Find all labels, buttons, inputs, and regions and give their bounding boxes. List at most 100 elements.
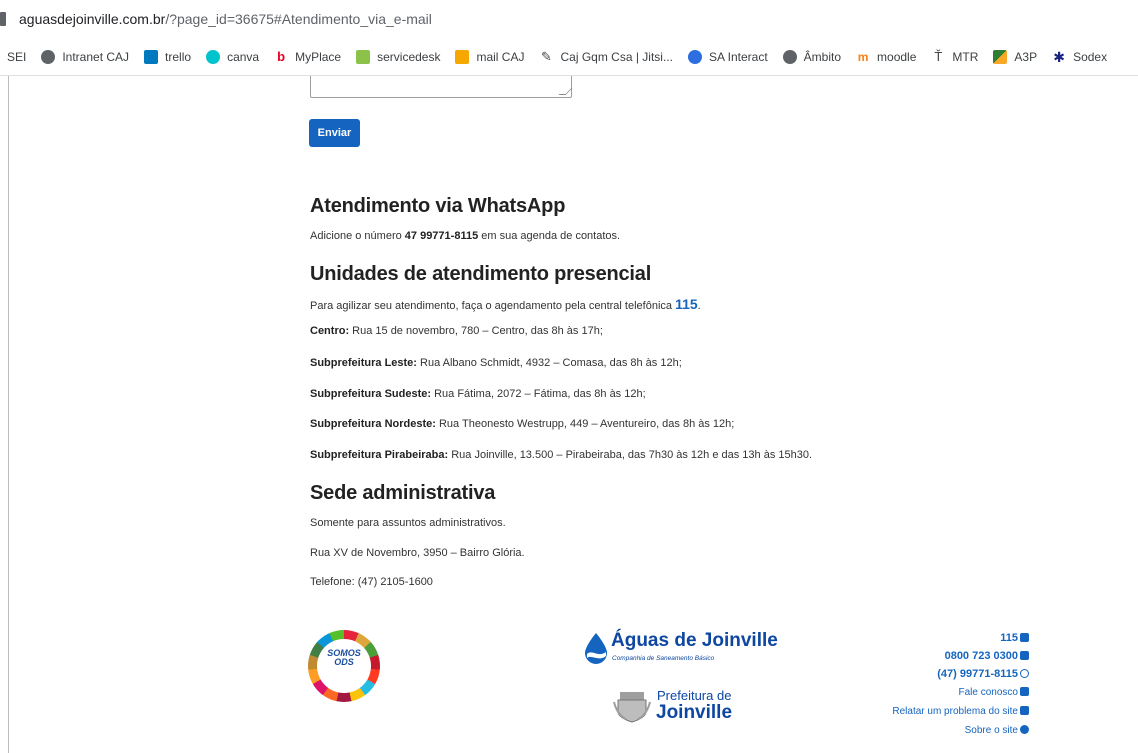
servicedesk-icon xyxy=(356,49,371,64)
resize-handle-icon[interactable] xyxy=(558,88,573,95)
about-site-link[interactable]: Sobre o site xyxy=(892,721,1029,740)
bookmark-label: Sodex xyxy=(1073,49,1108,64)
window-edge xyxy=(8,76,9,753)
message-textarea[interactable] xyxy=(310,76,573,98)
prefeitura-logo-line2: Joinville xyxy=(656,702,733,723)
bookmark-sei[interactable]: SEI xyxy=(7,46,26,68)
whatsapp-heading: Atendimento via WhatsApp xyxy=(310,195,566,217)
ods-logo-center: SOMOS ODS xyxy=(317,639,371,693)
unit-detail: Rua Albano Schmidt, 4932 – Comasa, das 8… xyxy=(416,357,682,369)
contact-whatsapp-link[interactable]: (47) 99771-8115 xyxy=(892,665,1029,683)
url-text[interactable]: aguasdejoinville.com.br/?page_id=36675#A… xyxy=(19,11,432,27)
unit-detail: Rua Theonesto Westrupp, 449 – Aventureir… xyxy=(435,418,735,430)
bookmark-label: Caj Gqm Csa | Jitsi... xyxy=(560,49,673,64)
contact-label: Sobre o site xyxy=(964,725,1018,736)
moodle-icon: m xyxy=(857,49,869,64)
unit-detail: Rua 15 de novembro, 780 – Centro, das 8h… xyxy=(349,325,603,337)
bookmark-myplace[interactable]: b MyPlace xyxy=(274,46,341,68)
myplace-icon: b xyxy=(277,48,286,64)
bookmark-label: mail CAJ xyxy=(476,49,525,64)
info-icon xyxy=(1020,725,1029,734)
contact-label: Fale conosco xyxy=(958,687,1018,698)
contact-115-link[interactable]: 115 xyxy=(892,629,1029,647)
sede-line: Rua XV de Novembro, 3950 – Bairro Glória… xyxy=(310,547,525,559)
bookmark-label: trello xyxy=(165,49,192,64)
sede-heading: Sede administrativa xyxy=(310,482,496,504)
unit-line: Subprefeitura Leste: Rua Albano Schmidt,… xyxy=(310,357,682,369)
units-intro-end: . xyxy=(697,300,701,312)
send-button[interactable]: Enviar xyxy=(309,119,360,147)
globe-icon xyxy=(41,49,56,64)
globe-icon xyxy=(782,49,797,64)
sa-interact-icon xyxy=(687,49,702,64)
phone-icon xyxy=(1020,651,1029,660)
units-heading: Unidades de atendimento presencial xyxy=(310,263,652,285)
whatsapp-number: 47 99771-8115 xyxy=(404,230,479,242)
contact-0800-link[interactable]: 0800 723 0300 xyxy=(892,647,1029,665)
report-problem-link[interactable]: Relatar um problema do site xyxy=(892,702,1029,721)
aguas-logo-name: Águas de Joinville xyxy=(611,630,778,651)
ods-logo-text: ODS xyxy=(334,657,354,667)
bookmark-canva[interactable]: canva xyxy=(206,46,259,68)
url-domain: aguasdejoinville.com.br xyxy=(19,11,166,27)
contact-label: Relatar um problema do site xyxy=(892,706,1018,717)
unit-detail: Rua Fátima, 2072 – Fátima, das 8h às 12h… xyxy=(431,388,646,400)
city-crest-icon xyxy=(613,692,651,723)
sede-line: Telefone: (47) 2105-1600 xyxy=(310,576,433,588)
bookmarks-bar: SEI Intranet CAJ trello canva b MyPlace s… xyxy=(0,38,1138,76)
bookmark-label: MTR xyxy=(952,49,979,64)
whatsapp-icon xyxy=(1020,669,1029,678)
contact-label: 115 xyxy=(1000,632,1018,644)
bookmark-intranet-caj[interactable]: Intranet CAJ xyxy=(41,46,129,68)
mtr-icon: Ť xyxy=(934,48,943,64)
prefeitura-logo-line1: Prefeitura de xyxy=(657,688,732,703)
bookmark-label: A3P xyxy=(1014,49,1038,64)
url-path: /?page_id=36675#Atendimento_via_e-mail xyxy=(165,11,432,27)
bookmark-trello[interactable]: trello xyxy=(144,46,191,68)
footer-contacts: 115 0800 723 0300 (47) 99771-8115 Fale c… xyxy=(892,629,1029,740)
page-info-icon[interactable] xyxy=(0,12,6,26)
bookmark-mtr[interactable]: Ť MTR xyxy=(931,46,978,68)
unit-line: Subprefeitura Sudeste: Rua Fátima, 2072 … xyxy=(310,388,646,400)
a3p-icon xyxy=(993,49,1008,64)
bookmark-label: SA Interact xyxy=(708,49,768,64)
unit-line: Centro: Rua 15 de novembro, 780 – Centro… xyxy=(310,325,603,337)
unit-name: Subprefeitura Nordeste: xyxy=(310,418,436,430)
central-number-link[interactable]: 115 xyxy=(675,296,698,312)
bookmark-ambito[interactable]: Âmbito xyxy=(782,46,841,68)
bookmark-mail-caj[interactable]: mail CAJ xyxy=(455,46,524,68)
bookmark-label: moodle xyxy=(877,49,917,64)
unit-name: Subprefeitura Leste: xyxy=(310,357,417,369)
bookmark-jitsi[interactable]: ✎ Caj Gqm Csa | Jitsi... xyxy=(539,46,673,68)
address-bar[interactable]: aguasdejoinville.com.br/?page_id=36675#A… xyxy=(0,0,1138,38)
bookmark-label: SEI xyxy=(7,49,27,64)
bookmark-servicedesk[interactable]: servicedesk xyxy=(356,46,440,68)
bookmark-sa-interact[interactable]: SA Interact xyxy=(687,46,768,68)
somos-ods-logo[interactable]: SOMOS ODS xyxy=(308,630,380,702)
bookmark-a3p[interactable]: A3P xyxy=(993,46,1037,68)
envelope-icon xyxy=(1020,687,1029,696)
unit-line: Subprefeitura Pirabeiraba: Rua Joinville… xyxy=(310,449,812,461)
unit-name: Subprefeitura Pirabeiraba: xyxy=(310,449,449,461)
fale-conosco-link[interactable]: Fale conosco xyxy=(892,683,1029,702)
whatsapp-text-end: em sua agenda de contatos. xyxy=(478,230,621,242)
mail-icon xyxy=(455,49,470,64)
bookmark-label: canva xyxy=(227,49,260,64)
trello-icon xyxy=(144,49,159,64)
whatsapp-text: Adicione o número 47 99771-8115 em sua a… xyxy=(310,230,620,242)
contact-label: 0800 723 0300 xyxy=(944,650,1018,662)
phone-icon xyxy=(1020,633,1029,642)
sede-line: Somente para assuntos administrativos. xyxy=(310,517,506,529)
bookmark-label: Intranet CAJ xyxy=(62,49,130,64)
canva-icon xyxy=(206,49,221,64)
bookmark-sodexo[interactable]: ✱ Sodex xyxy=(1052,46,1107,68)
unit-detail: Rua Joinville, 13.500 – Pirabeiraba, das… xyxy=(448,449,813,461)
unit-name: Subprefeitura Sudeste: xyxy=(310,388,432,400)
bookmark-moodle[interactable]: m moodle xyxy=(856,46,917,68)
prefeitura-joinville-logo[interactable]: Prefeitura de Joinville xyxy=(612,684,732,728)
unit-line: Subprefeitura Nordeste: Rua Theonesto We… xyxy=(310,418,734,430)
aguas-logo-subtitle: Companhia de Saneamento Básico xyxy=(612,655,715,662)
units-intro-text: Para agilizar seu atendimento, faça o ag… xyxy=(310,300,676,312)
aguas-de-joinville-logo[interactable]: Águas de Joinville Companhia de Saneamen… xyxy=(583,630,778,670)
unit-name: Centro: xyxy=(310,325,350,337)
